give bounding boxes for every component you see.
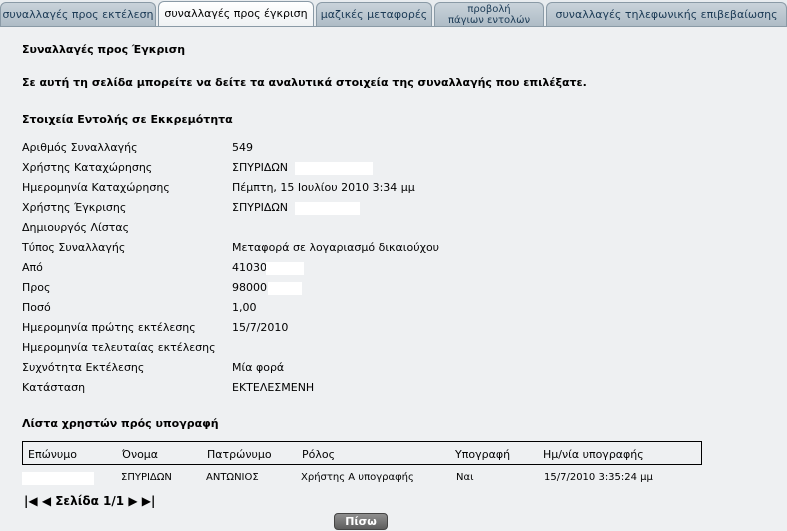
- detail-value: 98000: [232, 281, 267, 294]
- tab-bulk-transfers[interactable]: μαζικές μεταφορές: [316, 2, 432, 26]
- detail-label: Χρήστης Καταχώρησης: [22, 161, 153, 174]
- detail-value: ΣΠΥΡΙΔΩΝ: [232, 161, 288, 174]
- detail-value: Μεταφορά σε λογαριασμό δικαιούχου: [232, 241, 440, 254]
- cell-role: Χρήστης Α υπογραφής: [301, 472, 414, 483]
- detail-label: Ποσό: [22, 301, 51, 314]
- detail-value: ΕΚΤΕΛΕΣΜΕΝΗ: [232, 381, 315, 394]
- tab-bar: συναλλαγές προς εκτέλεση συναλλαγές προς…: [0, 0, 787, 27]
- tab-phone-confirmation[interactable]: συναλλαγές τηλεφωνικής επιβεβαίωσης: [546, 2, 787, 26]
- tab-pending-approval[interactable]: συναλλαγές προς έγκριση: [158, 1, 314, 27]
- detail-label: Ημερομηνία πρώτης εκτέλεσης: [22, 321, 196, 334]
- detail-value: ΣΠΥΡΙΔΩΝ: [232, 201, 288, 214]
- column-header: Όνομα: [122, 448, 159, 461]
- next-page-icon[interactable]: ▶: [128, 494, 137, 508]
- back-button[interactable]: Πίσω: [334, 513, 388, 530]
- redacted-block: [295, 202, 360, 215]
- redacted-block: [268, 282, 302, 295]
- cell-signed: Ναι: [456, 472, 474, 483]
- tab-standing-orders[interactable]: προβολή πάγιων εντολών: [434, 2, 544, 26]
- prev-page-icon[interactable]: ◀: [42, 494, 51, 508]
- column-header: Ρόλος: [302, 448, 336, 461]
- redacted-block: [266, 262, 304, 275]
- detail-label: Ημερομηνία Καταχώρησης: [22, 181, 170, 194]
- cell-name: ΣΠΥΡΙΔΩΝ: [121, 472, 172, 483]
- detail-label: Κατάσταση: [22, 381, 86, 394]
- column-header: Ημ/νία υπογραφής: [543, 448, 644, 461]
- page-title: Συναλλαγές προς Έγκριση: [22, 43, 186, 56]
- tab-pending-execution[interactable]: συναλλαγές προς εκτέλεση: [0, 2, 156, 26]
- page-intro: Σε αυτή τη σελίδα μπορείτε να δείτε τα α…: [22, 76, 587, 89]
- column-header: Πατρώνυμο: [207, 448, 272, 461]
- section-title: Στοιχεία Εντολής σε Εκκρεμότητα: [22, 113, 233, 126]
- column-header: Υπογραφή: [455, 448, 511, 461]
- detail-label: Ημερομηνία τελευταίας εκτέλεσης: [22, 341, 216, 354]
- redacted-block: [295, 162, 373, 175]
- first-page-icon[interactable]: |◀: [24, 494, 38, 508]
- signers-title: Λίστα χρηστών πρός υπογραφή: [22, 417, 219, 430]
- signers-table-header: Επώνυμο Όνομα Πατρώνυμο Ρόλος Υπογραφή Η…: [22, 441, 702, 465]
- detail-label: Χρήστης Έγκρισης: [22, 201, 127, 214]
- detail-label: Δημιουργός Λίστας: [22, 221, 130, 234]
- detail-label: Συχνότητα Εκτέλεσης: [22, 361, 145, 374]
- detail-value: 41030: [232, 261, 267, 274]
- cell-father: ΑΝΤΩΝΙΟΣ: [206, 472, 259, 483]
- detail-value: 1,00: [232, 301, 257, 314]
- last-page-icon[interactable]: ▶|: [142, 494, 156, 508]
- pager: |◀ ◀ Σελίδα 1/1 ▶ ▶|: [24, 494, 155, 508]
- column-header: Επώνυμο: [28, 448, 78, 461]
- detail-label: Τύπος Συναλλαγής: [22, 241, 126, 254]
- page-indicator: Σελίδα 1/1: [55, 494, 125, 508]
- detail-value: 549: [232, 141, 253, 154]
- detail-label: Προς: [22, 281, 51, 294]
- redacted-block: [22, 472, 94, 485]
- detail-label: Από: [22, 261, 43, 274]
- detail-value: Μία φορά: [232, 361, 285, 374]
- detail-value: 15/7/2010: [232, 321, 289, 334]
- cell-date: 15/7/2010 3:35:24 μμ: [544, 472, 653, 483]
- detail-value: Πέμπτη, 15 Ιουλίου 2010 3:34 μμ: [232, 181, 415, 194]
- detail-label: Αριθμός Συναλλαγής: [22, 141, 138, 154]
